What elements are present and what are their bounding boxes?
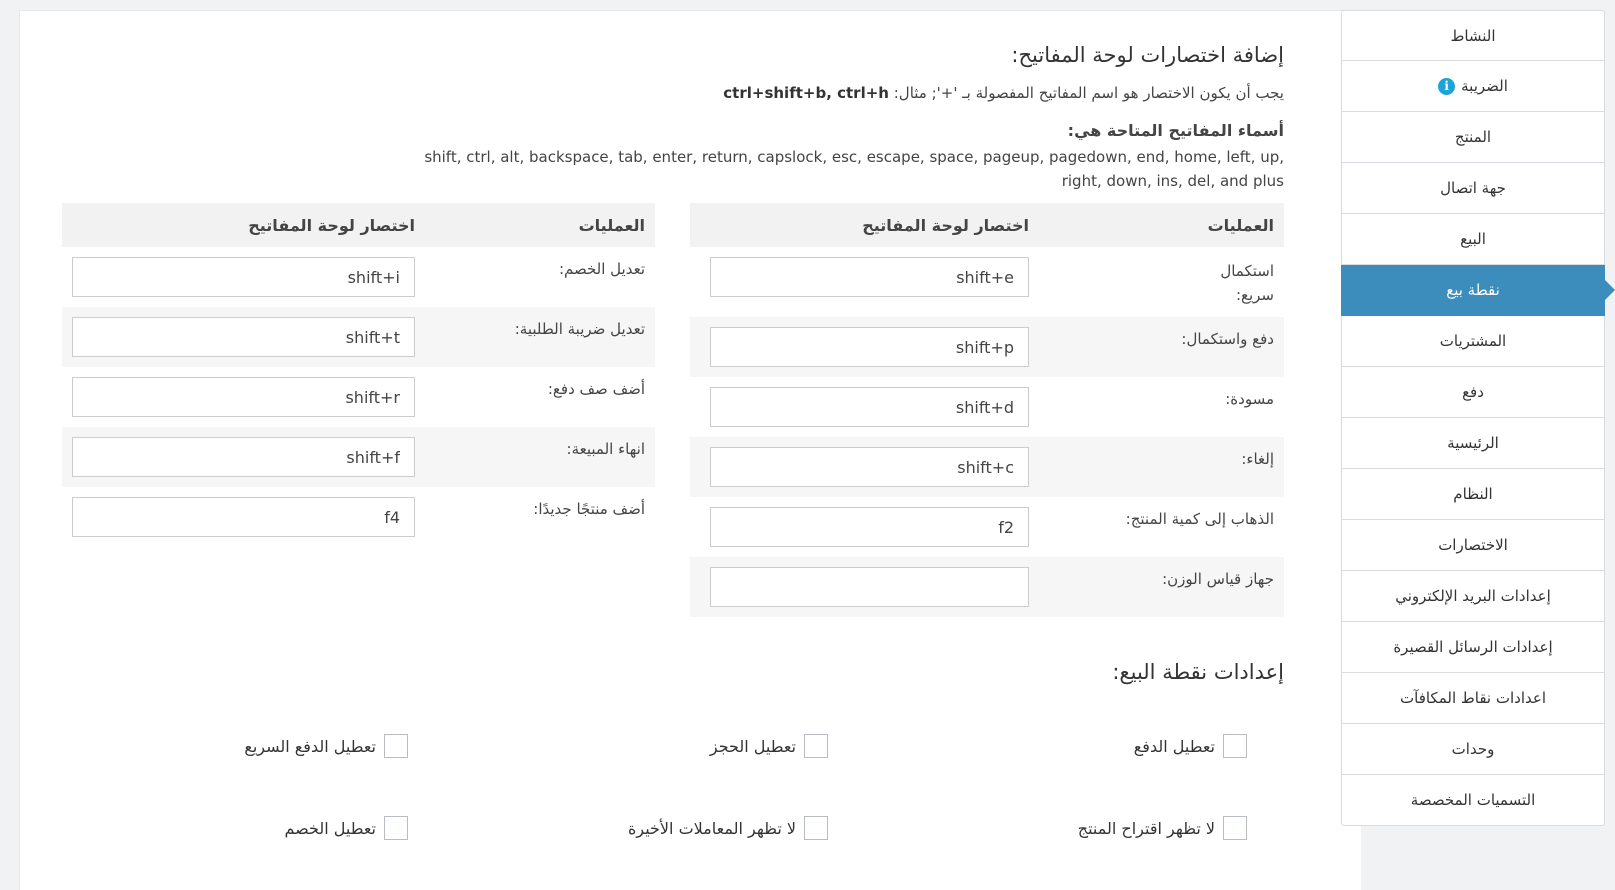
sidebar-item-label: التسميات المخصصة (1410, 791, 1536, 809)
checkbox-box[interactable] (804, 734, 828, 758)
checkbox-box[interactable] (804, 816, 828, 840)
table-row: تعديل الخصم: (62, 247, 655, 307)
sidebar-item-label: المشتريات (1439, 332, 1507, 350)
shortcut-input-quick-finalize[interactable] (710, 257, 1029, 297)
checkbox-label: تعطيل الخصم (284, 818, 377, 838)
shortcut-input-draft[interactable] (710, 387, 1029, 427)
column-header-keyboard-shortcut: اختصار لوحة المفاتيح (690, 203, 1039, 247)
checkbox-disable-discount[interactable]: تعطيل الخصم (284, 816, 408, 840)
checkbox-box[interactable] (384, 816, 408, 840)
checkbox-box[interactable] (384, 734, 408, 758)
column-header-operations: العمليات (425, 203, 655, 247)
shortcut-hint-text: يجب أن يكون الاختصار هو اسم المفاتيح الم… (888, 84, 1284, 102)
sidebar-item-label: الضريبة (1461, 77, 1508, 95)
operation-label: جهاز قياس الوزن: (1162, 570, 1274, 588)
sidebar-item-label: نقطة بيع (1446, 281, 1500, 299)
checkbox-label: تعطيل الدفع (1133, 736, 1215, 756)
table-row: دفع واستكمال: (690, 317, 1284, 377)
operation-label: استكمال سريع: (1220, 262, 1274, 304)
sidebar-item-label: البيع (1460, 230, 1486, 248)
sidebar-item-dashboard[interactable]: الرئيسية (1341, 418, 1605, 469)
operation-label: الذهاب إلى كمية المنتج: (1125, 510, 1274, 528)
checkbox-hide-recent-transactions[interactable]: لا تظهر المعاملات الأخيرة (628, 816, 828, 840)
sidebar-item-sms-settings[interactable]: إعدادات الرسائل القصيرة (1341, 622, 1605, 673)
sidebar-item-purchases[interactable]: المشتريات (1341, 316, 1605, 367)
sidebar-item-sale[interactable]: البيع (1341, 214, 1605, 265)
shortcut-input-edit-order-tax[interactable] (72, 317, 415, 357)
operation-label: تعديل الخصم: (558, 260, 645, 278)
sidebar-item-shortcuts[interactable]: الاختصارات (1341, 520, 1605, 571)
shortcuts-title: إضافة اختصارات لوحة المفاتيح: (1011, 43, 1284, 67)
available-keys-label: أسماء المفاتيح المتاحة هي: (1067, 121, 1284, 140)
shortcut-input-edit-discount[interactable] (72, 257, 415, 297)
checkbox-disable-express-checkout[interactable]: تعطيل الدفع السريع (244, 734, 408, 758)
shortcuts-table-left: العمليات اختصار لوحة المفاتيح تعديل الخص… (62, 203, 655, 547)
sidebar-item-pos[interactable]: نقطة بيع (1341, 265, 1615, 316)
operation-label: دفع واستكمال: (1181, 330, 1274, 348)
pos-settings-title: إعدادات نقطة البيع: (1112, 660, 1284, 684)
sidebar-item-email-settings[interactable]: إعدادات البريد الإلكتروني (1341, 571, 1605, 622)
sidebar-item-label: دفع (1462, 383, 1484, 401)
sidebar-item-label: النشاط (1450, 26, 1496, 45)
settings-sidebar: النشاط الضريبة i المنتج جهة اتصال البيع ن… (1341, 10, 1615, 826)
sidebar-item-reward-points[interactable]: اعدادات نقاط المكافآت (1341, 673, 1605, 724)
shortcut-input-cancel[interactable] (710, 447, 1029, 487)
shortcut-input-add-new-product[interactable] (72, 497, 415, 537)
sidebar-item-label: إعدادات الرسائل القصيرة (1393, 638, 1553, 656)
table-row: تعديل ضريبة الطلبية: (62, 307, 655, 367)
operation-label: إلغاء: (1241, 450, 1274, 468)
shortcut-input-finalize-sale[interactable] (72, 437, 415, 477)
checkbox-hide-product-suggestion[interactable]: لا تظهر اقتراح المنتج (1078, 816, 1247, 840)
sidebar-item-system[interactable]: النظام (1341, 469, 1605, 520)
table-row: أضف صف دفع: (62, 367, 655, 427)
sidebar-item-payment[interactable]: دفع (1341, 367, 1605, 418)
sidebar-item-label: الاختصارات (1438, 536, 1508, 554)
sidebar-item-label: النظام (1453, 485, 1493, 503)
info-icon[interactable]: i (1438, 77, 1456, 95)
shortcut-input-weighing-scale[interactable] (710, 567, 1029, 607)
checkbox-label: لا تظهر المعاملات الأخيرة (627, 818, 796, 838)
operation-label: أضف منتجًا جديدًا: (533, 500, 645, 518)
sidebar-item-label: الرئيسية (1447, 434, 1499, 452)
checkbox-label: تعطيل الحجز (709, 736, 796, 756)
sidebar-item-label: وحدات (1451, 740, 1495, 758)
checkbox-box[interactable] (1223, 816, 1247, 840)
operation-label: مسودة: (1225, 390, 1274, 408)
shortcuts-table-right: العمليات اختصار لوحة المفاتيح استكمال سر… (690, 203, 1284, 617)
shortcut-hint: يجب أن يكون الاختصار هو اسم المفاتيح الم… (723, 84, 1284, 102)
operation-label: انهاء المبيعة: (566, 440, 645, 458)
operation-label: تعديل ضريبة الطلبية: (514, 320, 645, 338)
checkbox-label: لا تظهر اقتراح المنتج (1077, 818, 1215, 838)
table-row: جهاز قياس الوزن: (690, 557, 1284, 617)
sidebar-item-label: اعدادات نقاط المكافآت (1400, 689, 1546, 707)
sidebar-item-activity[interactable]: النشاط (1341, 10, 1605, 61)
table-row: مسودة: (690, 377, 1284, 437)
checkbox-label: تعطيل الدفع السريع (244, 736, 376, 756)
sidebar-item-contact[interactable]: جهة اتصال (1341, 163, 1605, 214)
shortcut-hint-example: ctrl+shift+b, ctrl+h (723, 84, 889, 102)
checkbox-disable-pay-checkout[interactable]: تعطيل الدفع (1134, 734, 1247, 758)
sidebar-item-label: إعدادات البريد الإلكتروني (1395, 587, 1551, 605)
table-row: انهاء المبيعة: (62, 427, 655, 487)
shortcut-input-add-payment-row[interactable] (72, 377, 415, 417)
column-header-operations: العمليات (1039, 203, 1284, 247)
sidebar-item-label: المنتج (1454, 128, 1492, 146)
operation-label: أضف صف دفع: (547, 380, 645, 398)
table-row: إلغاء: (690, 437, 1284, 497)
sidebar-item-tax[interactable]: الضريبة i (1341, 61, 1605, 112)
available-keys-list: shift, ctrl, alt, backspace, tab, enter,… (424, 148, 1284, 190)
sidebar-item-label: جهة اتصال (1440, 179, 1506, 197)
checkbox-disable-draft[interactable]: تعطيل الحجز (710, 734, 828, 758)
column-header-keyboard-shortcut: اختصار لوحة المفاتيح (62, 203, 425, 247)
sidebar-item-units[interactable]: وحدات (1341, 724, 1605, 775)
sidebar-item-product[interactable]: المنتج (1341, 112, 1605, 163)
checkbox-box[interactable] (1223, 734, 1247, 758)
table-row: الذهاب إلى كمية المنتج: (690, 497, 1284, 557)
sidebar-item-custom-labels[interactable]: التسميات المخصصة (1341, 775, 1605, 826)
table-row: أضف منتجًا جديدًا: (62, 487, 655, 547)
table-row: استكمال سريع: (690, 247, 1284, 317)
shortcut-input-express-checkout[interactable] (710, 327, 1029, 367)
shortcut-input-go-to-quantity[interactable] (710, 507, 1029, 547)
